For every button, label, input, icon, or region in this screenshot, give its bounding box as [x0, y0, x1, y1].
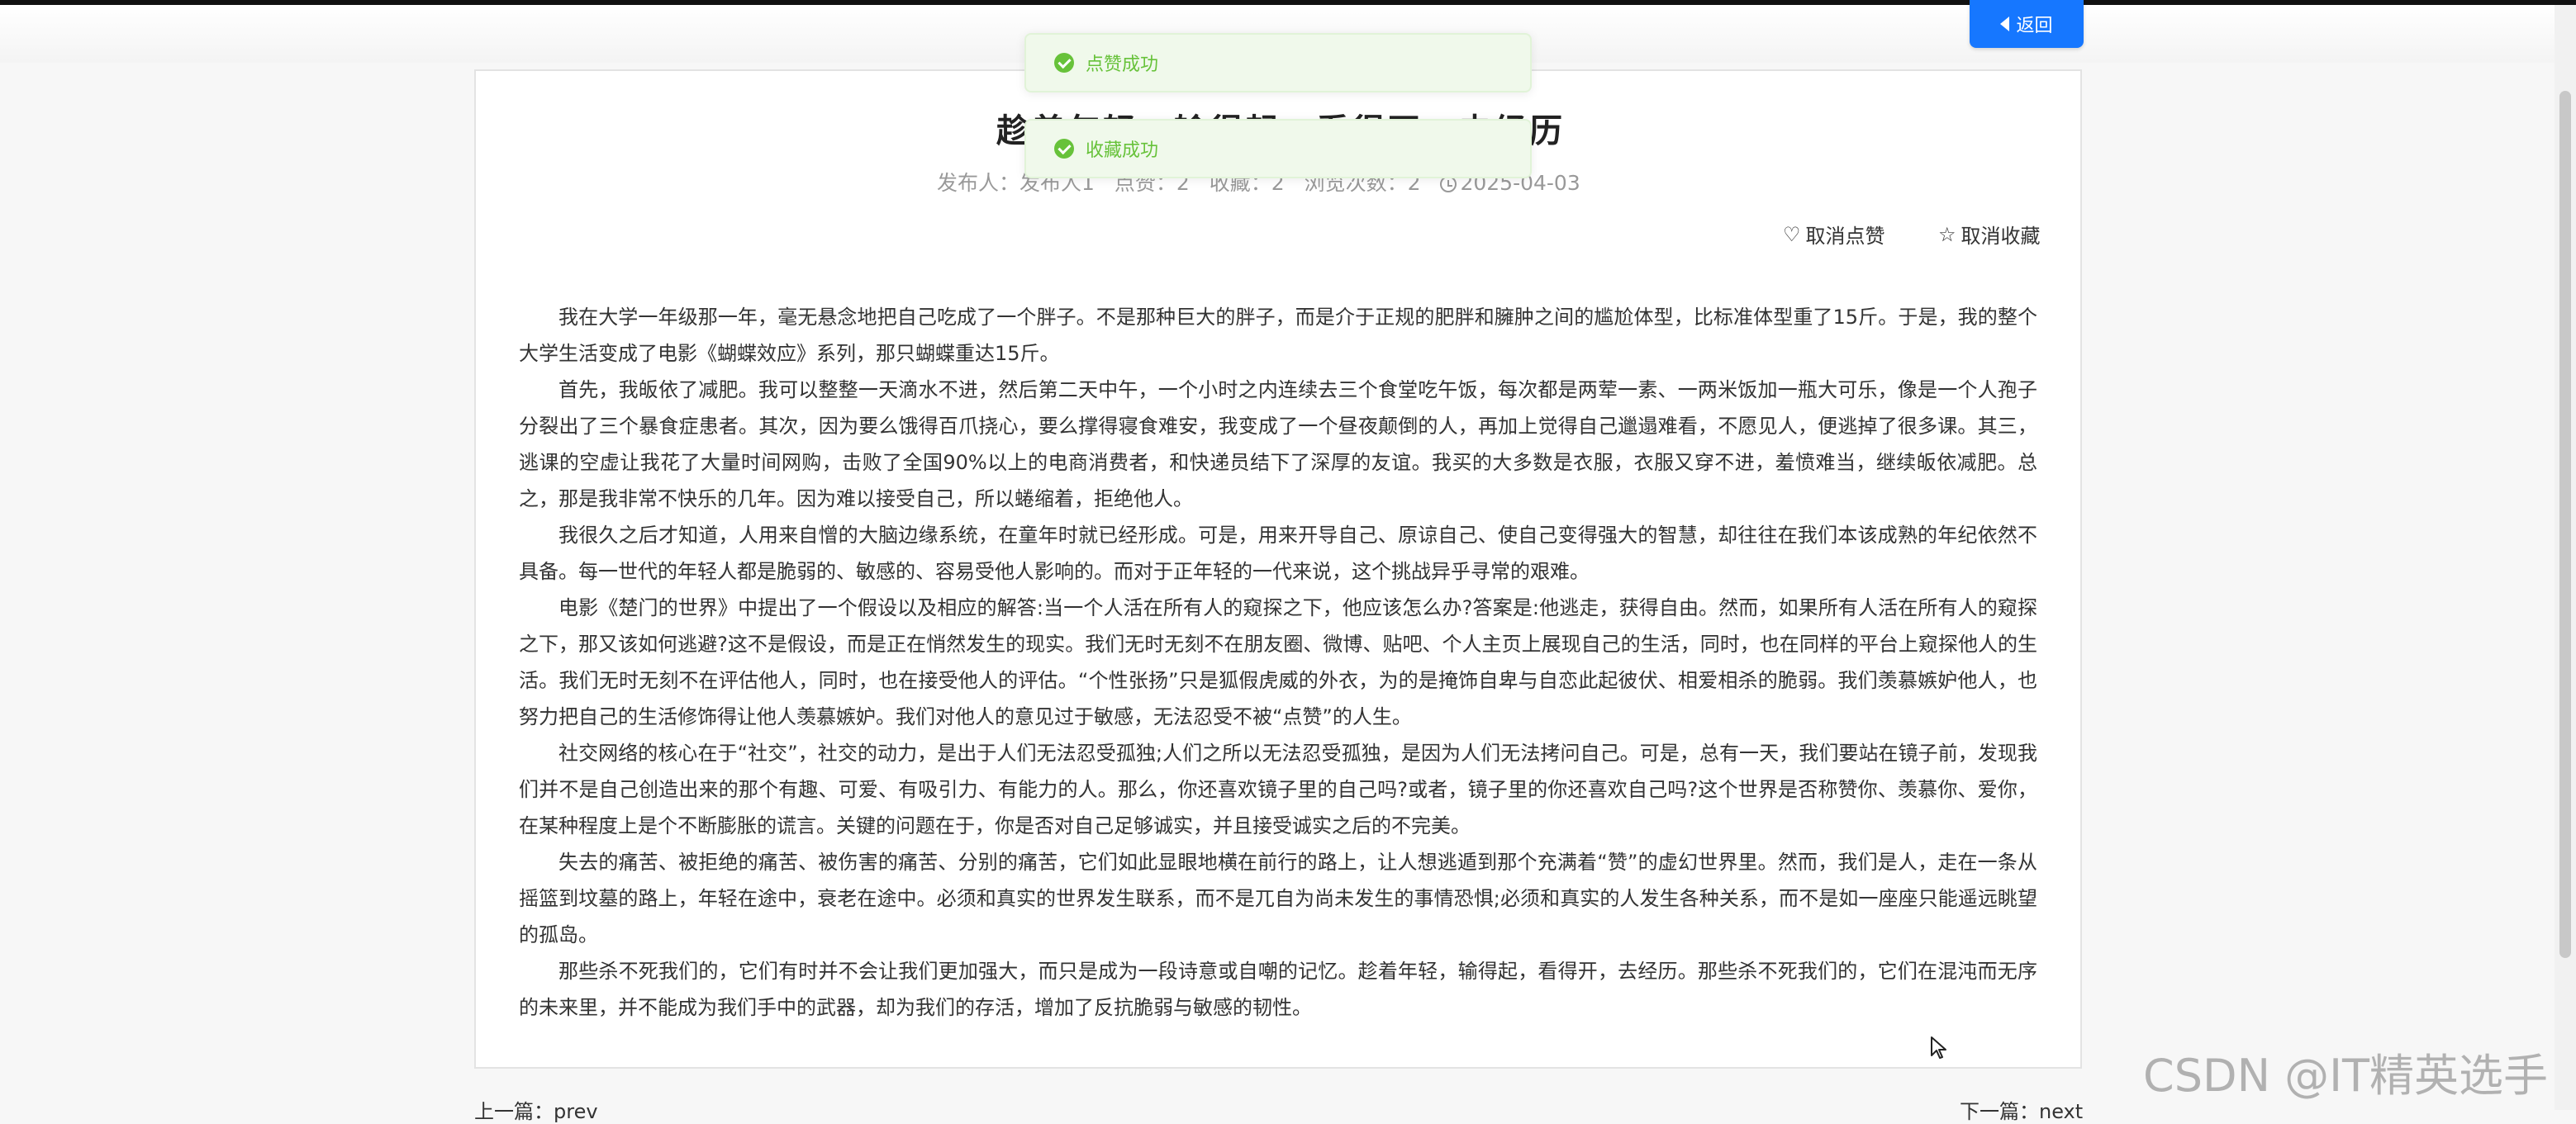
article-paragraph: 电影《楚门的世界》中提出了一个假设以及相应的解答:当一个人活在所有人的窥探之下，… [519, 596, 2037, 728]
unfavorite-label: 取消收藏 [1961, 225, 2041, 248]
success-check-icon [1054, 139, 1074, 159]
unlike-button[interactable]: ♡ 取消点赞 [1783, 220, 1885, 249]
heart-icon: ♡ [1783, 222, 1801, 246]
mouse-cursor-icon [1930, 1036, 1948, 1064]
article-paragraph: 失去的痛苦、被拒绝的痛苦、被伤害的痛苦、分别的痛苦，它们如此显眼地横在前行的路上… [519, 851, 2037, 946]
unlike-label: 取消点赞 [1805, 225, 1885, 248]
caret-left-icon [2000, 17, 2010, 31]
toast-text: 收藏成功 [1086, 140, 1159, 161]
clock-icon [1440, 176, 1457, 192]
watermark: CSDN @IT精英选手 [2143, 1050, 2549, 1102]
article-paragraph: 首先，我皈依了减肥。我可以整整一天滴水不进，然后第二天中午，一个小时之内连续去三… [519, 378, 2037, 510]
toast-like-success: 点赞成功 [1024, 33, 1532, 92]
article-paragraph: 我在大学一年级那一年，毫无悬念地把自己吃成了一个胖子。不是那种巨大的胖子，而是介… [519, 306, 2037, 365]
article-content: 我在大学一年级那一年，毫无悬念地把自己吃成了一个胖子。不是那种巨大的胖子，而是介… [519, 299, 2037, 1026]
article-paragraph: 我很久之后才知道，人用来自憎的大脑边缘系统，在童年时就已经形成。可是，用来开导自… [519, 524, 2037, 583]
scrollbar-thumb[interactable] [2559, 91, 2571, 958]
star-icon: ☆ [1938, 222, 1956, 246]
back-button[interactable]: 返回 [1970, 0, 2084, 48]
unfavorite-button[interactable]: ☆ 取消收藏 [1938, 220, 2041, 249]
toast-favorite-success: 收藏成功 [1024, 119, 1532, 178]
success-check-icon [1054, 53, 1074, 73]
toast-text: 点赞成功 [1086, 55, 1159, 75]
article-paragraph: 那些杀不死我们的，它们有时并不会让我们更加强大，而只是成为一段诗意或自嘲的记忆。… [519, 960, 2037, 1019]
article-paragraph: 社交网络的核心在于“社交”，社交的动力，是出于人们无法忍受孤独;人们之所以无法忍… [519, 742, 2037, 837]
back-button-label: 返回 [2016, 16, 2053, 36]
